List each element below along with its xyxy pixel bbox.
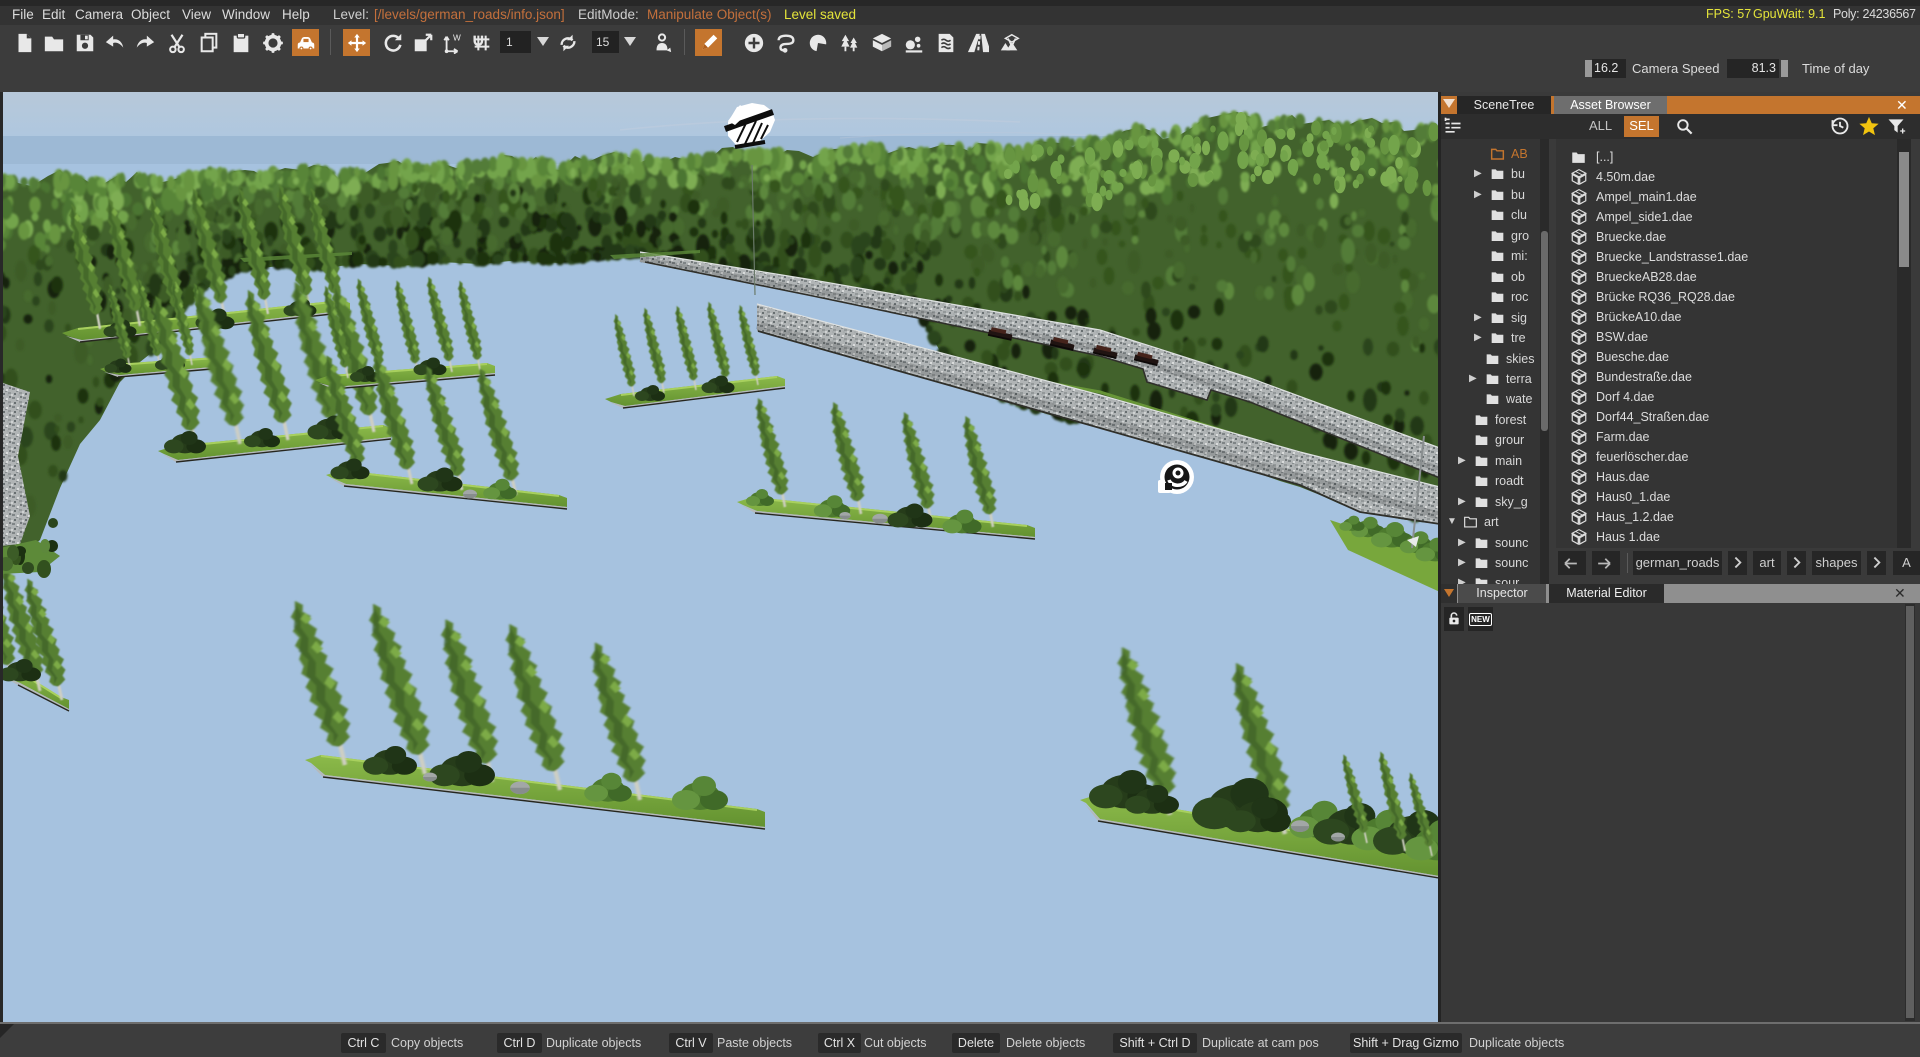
svg-text:W: W xyxy=(453,33,461,42)
